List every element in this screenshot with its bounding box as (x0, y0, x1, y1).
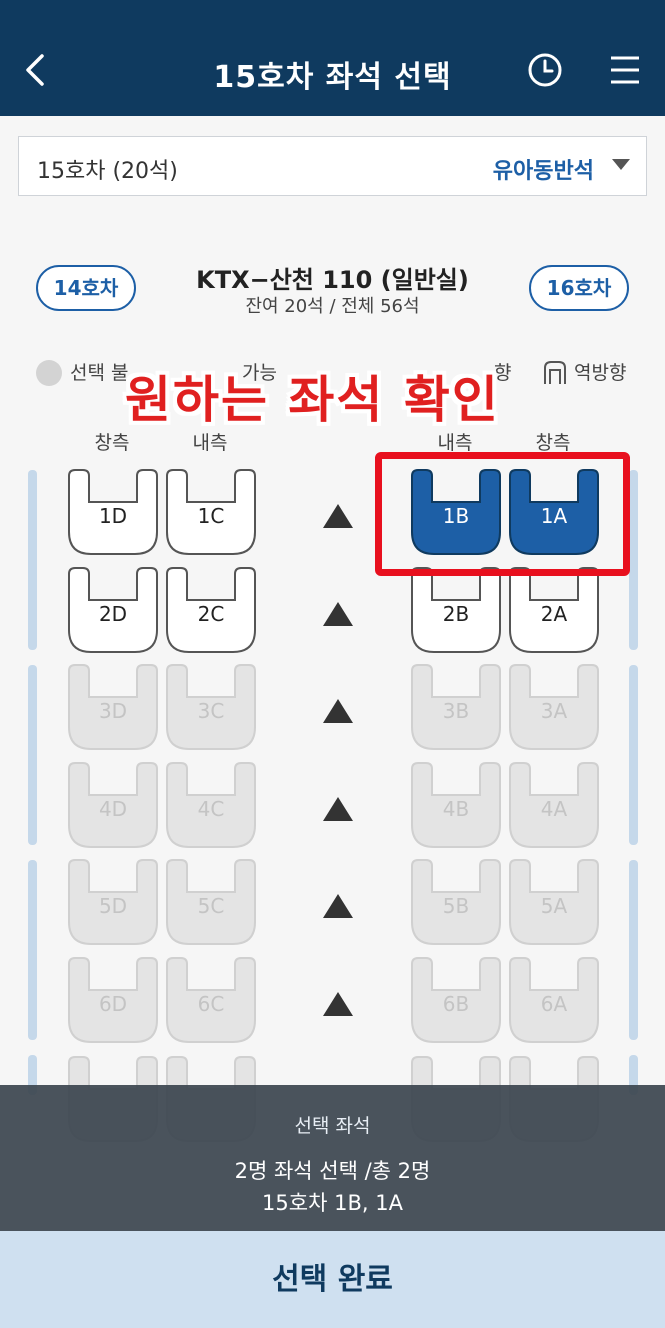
complete-selection-button[interactable]: 선택 완료 (0, 1231, 665, 1328)
seat-label: 5A (540, 894, 568, 918)
seat-5a: 5A (508, 858, 600, 946)
seat-label: 6A (540, 992, 568, 1016)
seat-1d[interactable]: 1D (67, 468, 159, 556)
train-name: KTX−산천 110 (일반실) (196, 266, 469, 294)
direction-arrow-icon (323, 699, 353, 723)
seat-label: 6D (98, 992, 128, 1016)
seat-2a[interactable]: 2A (508, 566, 600, 654)
seat-label: 3C (197, 699, 225, 723)
direction-arrow-icon (323, 602, 353, 626)
app-header: 15호차 좌석 선택 (0, 0, 665, 116)
prev-car-button[interactable]: 14호차 (36, 265, 136, 311)
car-selector-option: 유아동반석 (492, 159, 594, 184)
window-bar (28, 470, 37, 650)
caret-down-icon (612, 159, 630, 170)
reverse-seat-icon (542, 360, 568, 386)
column-header-right-window: 창측 (535, 432, 571, 454)
window-bar (629, 665, 638, 845)
direction-arrow-icon (323, 504, 353, 528)
seat-label: 5C (197, 894, 225, 918)
seat-label: 2B (442, 602, 470, 626)
direction-arrow-icon (323, 992, 353, 1016)
annotation-overlay-text: 원하는 좌석 확인 (125, 371, 500, 429)
seat-label: 1D (98, 504, 128, 528)
seat-4c: 4C (165, 761, 257, 849)
direction-arrow-icon (323, 894, 353, 918)
window-bar (28, 860, 37, 1040)
seat-label: 3D (98, 699, 128, 723)
seat-label: 3A (540, 699, 568, 723)
seat-5b: 5B (410, 858, 502, 946)
seat-label: 2C (197, 602, 225, 626)
car-selector-label: 15호차 (20석) (37, 159, 178, 184)
summary-seats: 15호차 1B, 1A (262, 1191, 403, 1215)
seat-3a: 3A (508, 663, 600, 751)
window-bar (629, 860, 638, 1040)
seat-label: 4D (98, 797, 128, 821)
column-header-right-aisle: 내측 (437, 432, 473, 454)
window-bar (629, 470, 638, 650)
column-header-left-aisle: 내측 (192, 432, 228, 454)
seat-4b: 4B (410, 761, 502, 849)
history-button[interactable] (525, 50, 565, 90)
train-seat-count: 잔여 20석 / 전체 56석 (245, 296, 420, 317)
page-title: 15호차 좌석 선택 (213, 60, 452, 95)
unavailable-dot-icon (36, 360, 62, 386)
seat-3b: 3B (410, 663, 502, 751)
window-bar (28, 665, 37, 845)
selection-summary-panel: 선택 좌석 2명 좌석 선택 /총 2명 15호차 1B, 1A (0, 1085, 665, 1231)
legend-unavailable: 선택 불 (70, 362, 129, 384)
summary-count: 2명 좌석 선택 /총 2명 (234, 1159, 431, 1183)
seat-2d[interactable]: 2D (67, 566, 159, 654)
seat-label: 1C (197, 504, 225, 528)
seat-label: 5D (98, 894, 128, 918)
annotation-highlight-box (375, 452, 630, 576)
seat-label: 5B (442, 894, 470, 918)
clock-icon (528, 53, 562, 87)
car-selector-dropdown[interactable]: 15호차 (20석) 유아동반석 (18, 136, 647, 196)
seat-6d: 6D (67, 956, 159, 1044)
next-car-button[interactable]: 16호차 (529, 265, 629, 311)
seat-6b: 6B (410, 956, 502, 1044)
seat-1c[interactable]: 1C (165, 468, 257, 556)
hamburger-menu-icon (611, 56, 639, 84)
seat-label: 2A (540, 602, 568, 626)
seat-6c: 6C (165, 956, 257, 1044)
seat-label: 3B (442, 699, 470, 723)
seat-2b[interactable]: 2B (410, 566, 502, 654)
seat-4d: 4D (67, 761, 159, 849)
seat-6a: 6A (508, 956, 600, 1044)
seat-2c[interactable]: 2C (165, 566, 257, 654)
seat-5d: 5D (67, 858, 159, 946)
seat-3c: 3C (165, 663, 257, 751)
seat-3d: 3D (67, 663, 159, 751)
seat-label: 4C (197, 797, 225, 821)
column-header-left-window: 창측 (94, 432, 130, 454)
summary-title: 선택 좌석 (294, 1115, 371, 1137)
seat-label: 4A (540, 797, 568, 821)
menu-button[interactable] (605, 50, 645, 90)
seat-label: 6B (442, 992, 470, 1016)
seat-5c: 5C (165, 858, 257, 946)
seat-label: 6C (197, 992, 225, 1016)
seat-label: 4B (442, 797, 470, 821)
legend-reverse: 역방향 (574, 362, 627, 384)
direction-arrow-icon (323, 797, 353, 821)
seat-4a: 4A (508, 761, 600, 849)
seat-label: 2D (98, 602, 128, 626)
